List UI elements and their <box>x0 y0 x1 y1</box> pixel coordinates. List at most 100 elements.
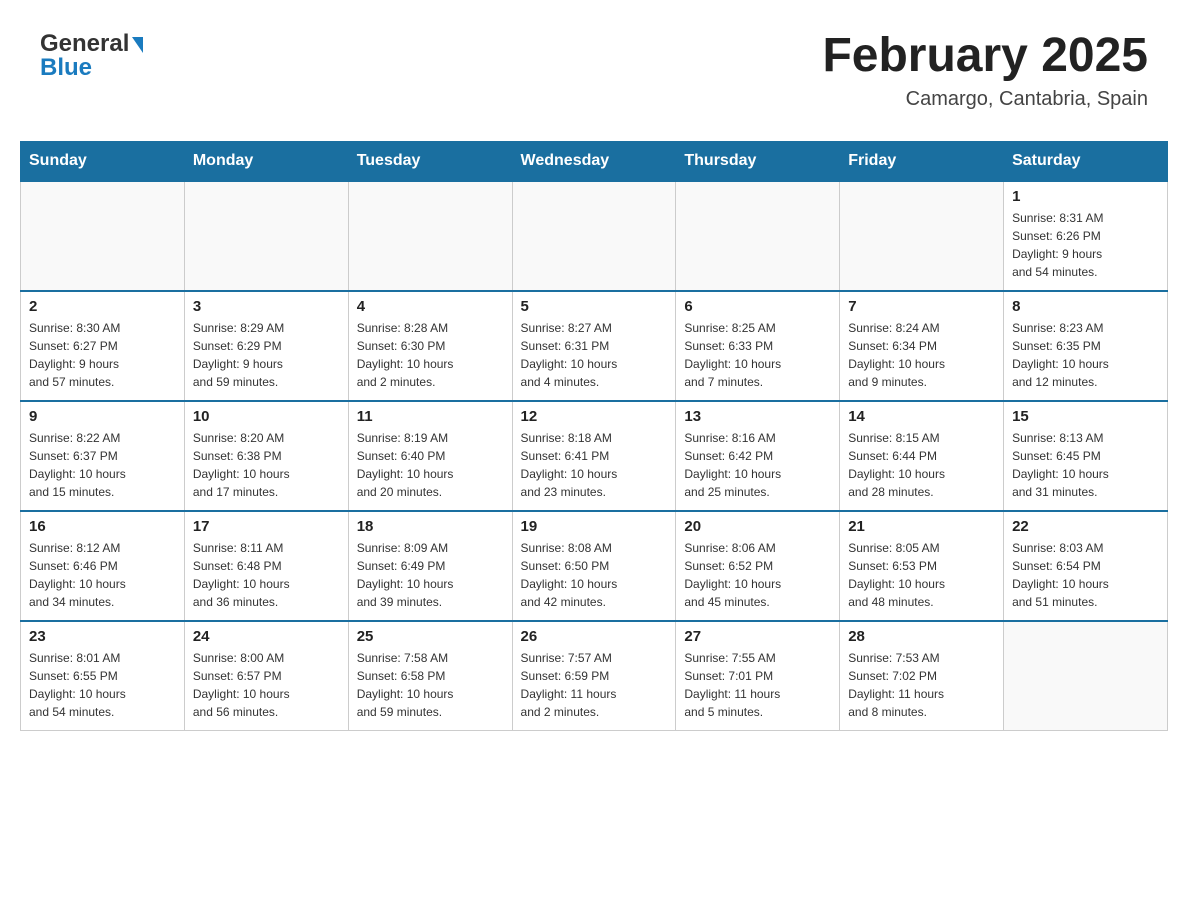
location-subtitle: Camargo, Cantabria, Spain <box>822 88 1148 111</box>
day-number: 13 <box>684 408 831 425</box>
page-header: General Blue February 2025 Camargo, Cant… <box>20 20 1168 121</box>
calendar-cell: 14Sunrise: 8:15 AM Sunset: 6:44 PM Dayli… <box>840 401 1004 511</box>
title-area: February 2025 Camargo, Cantabria, Spain <box>822 30 1148 111</box>
day-info: Sunrise: 8:13 AM Sunset: 6:45 PM Dayligh… <box>1012 429 1159 501</box>
calendar-cell: 15 Sunrise: 8:13 AM Sunset: 6:45 PM Dayli… <box>1004 401 1168 511</box>
day-number: 28 <box>848 628 995 645</box>
day-info: Sunrise: 8:27 AM Sunset: 6:31 PM Dayligh… <box>521 319 668 391</box>
calendar-cell: 7 Sunrise: 8:24 AM Sunset: 6:34 PM Daylig… <box>840 291 1004 401</box>
day-number: 18 <box>357 518 504 535</box>
week-row-4: 16 Sunrise: 8:12 AM Sunset: 6:46 PM Dayli… <box>21 511 1168 621</box>
day-number: 14 <box>848 408 995 425</box>
calendar-cell: 3 Sunrise: 8:29 AM Sunset: 6:29 PM Daylig… <box>184 291 348 401</box>
day-number: 23 <box>29 628 176 645</box>
day-number: 1 <box>1012 188 1159 205</box>
calendar-cell: 10 Sunrise: 8:20 AM Sunset: 6:38 PM Dayli… <box>184 401 348 511</box>
day-number: 27 <box>684 628 831 645</box>
column-header-saturday: Saturday <box>1004 141 1168 181</box>
day-info: Sunrise: 8:16 AM Sunset: 6:42 PM Dayligh… <box>684 429 831 501</box>
day-info: Sunrise: 8:28 AM Sunset: 6:30 PM Dayligh… <box>357 319 504 391</box>
day-number: 12 <box>521 408 668 425</box>
calendar-cell: 18 Sunrise: 8:09 AM Sunset: 6:49 PM Dayli… <box>348 511 512 621</box>
calendar-cell: 22 Sunrise: 8:03 AM Sunset: 6:54 PM Dayli… <box>1004 511 1168 621</box>
calendar-header-row: SundayMondayTuesdayWednesdayThursdayFrid… <box>21 141 1168 181</box>
calendar-cell: 17 Sunrise: 8:11 AM Sunset: 6:48 PM Dayli… <box>184 511 348 621</box>
day-number: 5 <box>521 298 668 315</box>
week-row-3: 9 Sunrise: 8:22 AM Sunset: 6:37 PM Daylig… <box>21 401 1168 511</box>
day-info: Sunrise: 8:29 AM Sunset: 6:29 PM Dayligh… <box>193 319 340 391</box>
day-number: 21 <box>848 518 995 535</box>
day-info: Sunrise: 8:19 AM Sunset: 6:40 PM Dayligh… <box>357 429 504 501</box>
day-info: Sunrise: 7:53 AM Sunset: 7:02 PM Dayligh… <box>848 649 995 721</box>
calendar-table: SundayMondayTuesdayWednesdayThursdayFrid… <box>20 141 1168 732</box>
calendar-cell: 23 Sunrise: 8:01 AM Sunset: 6:55 PM Dayli… <box>21 621 185 731</box>
column-header-wednesday: Wednesday <box>512 141 676 181</box>
calendar-cell: 9 Sunrise: 8:22 AM Sunset: 6:37 PM Daylig… <box>21 401 185 511</box>
day-number: 22 <box>1012 518 1159 535</box>
calendar-cell <box>1004 621 1168 731</box>
day-info: Sunrise: 8:08 AM Sunset: 6:50 PM Dayligh… <box>521 539 668 611</box>
column-header-thursday: Thursday <box>676 141 840 181</box>
calendar-cell: 8 Sunrise: 8:23 AM Sunset: 6:35 PM Daylig… <box>1004 291 1168 401</box>
day-number: 7 <box>848 298 995 315</box>
calendar-cell: 20 Sunrise: 8:06 AM Sunset: 6:52 PM Dayli… <box>676 511 840 621</box>
day-number: 15 <box>1012 408 1159 425</box>
day-number: 19 <box>521 518 668 535</box>
day-number: 20 <box>684 518 831 535</box>
calendar-cell: 6Sunrise: 8:25 AM Sunset: 6:33 PM Daylig… <box>676 291 840 401</box>
calendar-cell: 21 Sunrise: 8:05 AM Sunset: 6:53 PM Dayli… <box>840 511 1004 621</box>
day-number: 16 <box>29 518 176 535</box>
day-info: Sunrise: 8:24 AM Sunset: 6:34 PM Dayligh… <box>848 319 995 391</box>
day-info: Sunrise: 8:31 AM Sunset: 6:26 PM Dayligh… <box>1012 209 1159 281</box>
day-info: Sunrise: 8:23 AM Sunset: 6:35 PM Dayligh… <box>1012 319 1159 391</box>
day-number: 8 <box>1012 298 1159 315</box>
day-number: 11 <box>357 408 504 425</box>
week-row-2: 2Sunrise: 8:30 AM Sunset: 6:27 PM Daylig… <box>21 291 1168 401</box>
day-number: 24 <box>193 628 340 645</box>
day-number: 10 <box>193 408 340 425</box>
day-info: Sunrise: 8:25 AM Sunset: 6:33 PM Dayligh… <box>684 319 831 391</box>
day-info: Sunrise: 8:11 AM Sunset: 6:48 PM Dayligh… <box>193 539 340 611</box>
month-title: February 2025 <box>822 30 1148 83</box>
day-info: Sunrise: 8:09 AM Sunset: 6:49 PM Dayligh… <box>357 539 504 611</box>
day-info: Sunrise: 8:05 AM Sunset: 6:53 PM Dayligh… <box>848 539 995 611</box>
day-number: 9 <box>29 408 176 425</box>
calendar-cell <box>512 181 676 291</box>
calendar-cell: 13 Sunrise: 8:16 AM Sunset: 6:42 PM Dayli… <box>676 401 840 511</box>
calendar-cell: 1 Sunrise: 8:31 AM Sunset: 6:26 PM Daylig… <box>1004 181 1168 291</box>
day-info: Sunrise: 8:12 AM Sunset: 6:46 PM Dayligh… <box>29 539 176 611</box>
calendar-cell <box>21 181 185 291</box>
day-info: Sunrise: 8:20 AM Sunset: 6:38 PM Dayligh… <box>193 429 340 501</box>
week-row-5: 23 Sunrise: 8:01 AM Sunset: 6:55 PM Dayli… <box>21 621 1168 731</box>
day-number: 26 <box>521 628 668 645</box>
column-header-monday: Monday <box>184 141 348 181</box>
column-header-tuesday: Tuesday <box>348 141 512 181</box>
day-number: 3 <box>193 298 340 315</box>
day-info: Sunrise: 8:22 AM Sunset: 6:37 PM Dayligh… <box>29 429 176 501</box>
day-info: Sunrise: 8:18 AM Sunset: 6:41 PM Dayligh… <box>521 429 668 501</box>
calendar-cell: 2Sunrise: 8:30 AM Sunset: 6:27 PM Daylig… <box>21 291 185 401</box>
calendar-cell <box>676 181 840 291</box>
week-row-1: 1 Sunrise: 8:31 AM Sunset: 6:26 PM Daylig… <box>21 181 1168 291</box>
logo-blue-text: Blue <box>40 54 92 82</box>
day-info: Sunrise: 7:55 AM Sunset: 7:01 PM Dayligh… <box>684 649 831 721</box>
day-number: 4 <box>357 298 504 315</box>
calendar-cell: 19 Sunrise: 8:08 AM Sunset: 6:50 PM Dayli… <box>512 511 676 621</box>
day-info: Sunrise: 8:00 AM Sunset: 6:57 PM Dayligh… <box>193 649 340 721</box>
day-info: Sunrise: 8:03 AM Sunset: 6:54 PM Dayligh… <box>1012 539 1159 611</box>
day-info: Sunrise: 7:58 AM Sunset: 6:58 PM Dayligh… <box>357 649 504 721</box>
calendar-cell: 28 Sunrise: 7:53 AM Sunset: 7:02 PM Dayli… <box>840 621 1004 731</box>
column-header-sunday: Sunday <box>21 141 185 181</box>
calendar-cell: 4 Sunrise: 8:28 AM Sunset: 6:30 PM Daylig… <box>348 291 512 401</box>
calendar-cell <box>348 181 512 291</box>
calendar-cell: 26 Sunrise: 7:57 AM Sunset: 6:59 PM Dayli… <box>512 621 676 731</box>
calendar-cell: 12 Sunrise: 8:18 AM Sunset: 6:41 PM Dayli… <box>512 401 676 511</box>
logo-triangle-icon <box>132 37 143 53</box>
calendar-cell: 27 Sunrise: 7:55 AM Sunset: 7:01 PM Dayli… <box>676 621 840 731</box>
day-info: Sunrise: 7:57 AM Sunset: 6:59 PM Dayligh… <box>521 649 668 721</box>
day-info: Sunrise: 8:06 AM Sunset: 6:52 PM Dayligh… <box>684 539 831 611</box>
calendar-cell <box>840 181 1004 291</box>
day-info: Sunrise: 8:01 AM Sunset: 6:55 PM Dayligh… <box>29 649 176 721</box>
day-number: 17 <box>193 518 340 535</box>
calendar-cell: 24 Sunrise: 8:00 AM Sunset: 6:57 PM Dayli… <box>184 621 348 731</box>
